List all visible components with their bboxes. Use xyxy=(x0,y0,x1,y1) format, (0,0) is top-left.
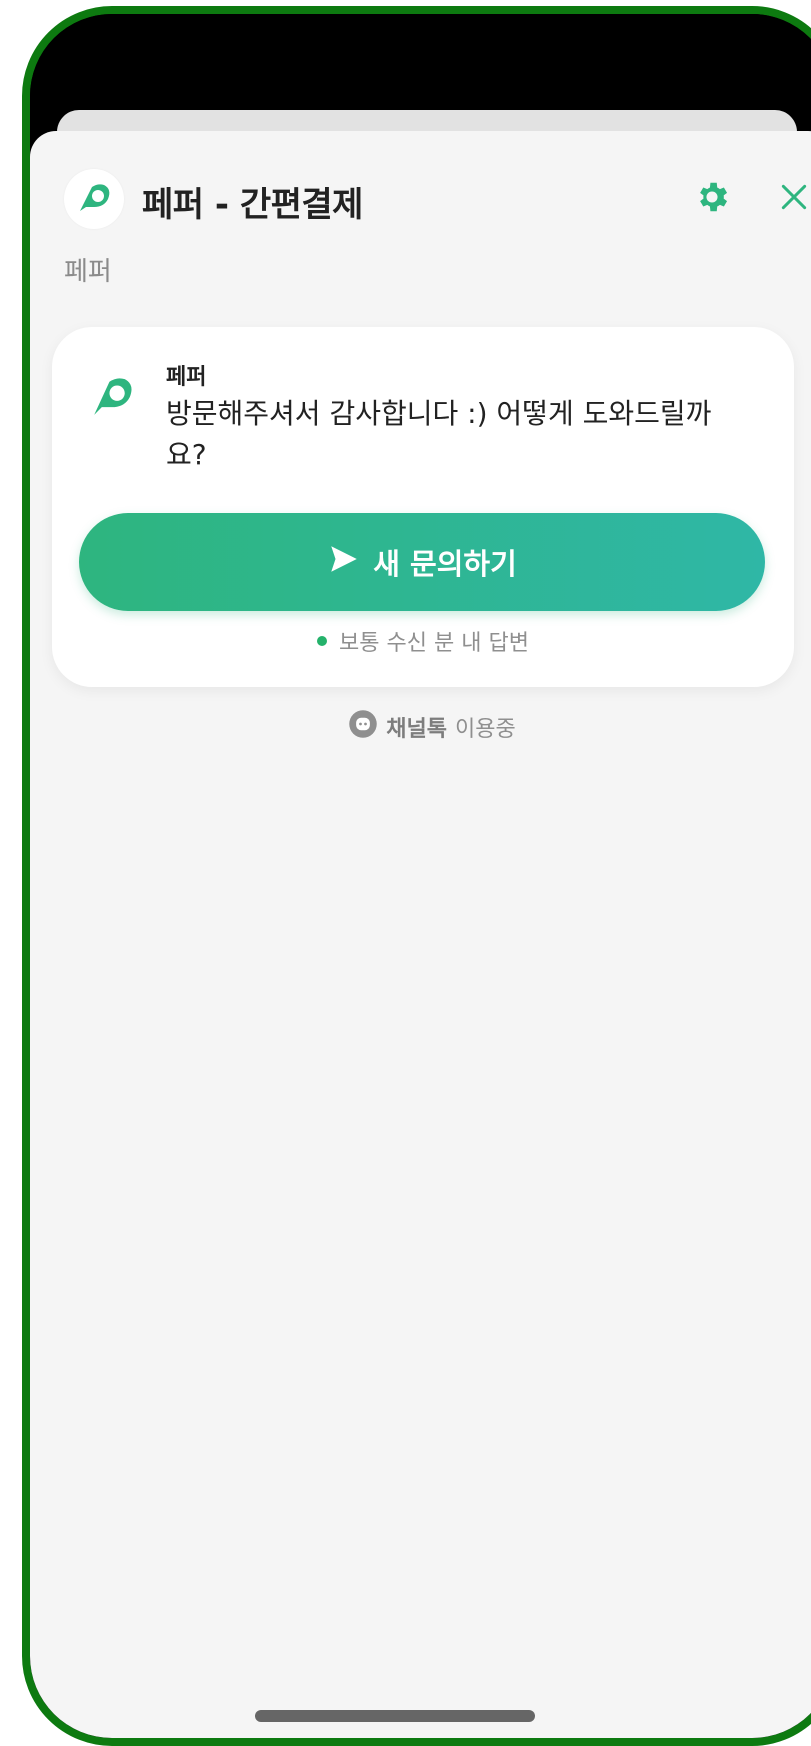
response-status: 보통 수신 분 내 답변 xyxy=(52,625,794,657)
status-text: 보통 수신 분 내 답변 xyxy=(339,631,529,656)
status-dot-icon xyxy=(317,636,328,646)
new-inquiry-button[interactable]: 새 문의하기 xyxy=(79,513,765,611)
channeltalk-icon xyxy=(348,709,378,745)
close-button[interactable] xyxy=(774,179,811,219)
header: 페퍼 - 간편결제 xyxy=(64,169,807,229)
pepper-logo-icon xyxy=(64,169,124,229)
welcome-message: 방문해주셔서 감사합니다 :) 어떻게 도와드릴까요? xyxy=(166,397,712,471)
pepper-logo-icon xyxy=(82,367,142,427)
chat-sheet: 페퍼 - 간편결제 페퍼 페퍼 방문해주셔서 감사합니다:) 어떻게 도와드릴… xyxy=(30,131,811,1738)
powered-suffix: 이용중 xyxy=(455,717,516,742)
close-icon xyxy=(778,181,810,217)
new-inquiry-label: 새 문의하기 xyxy=(373,547,517,581)
powered-brand: 채널톡 xyxy=(386,717,447,742)
gear-icon xyxy=(693,178,731,220)
app-title: 페퍼 - 간편결제 xyxy=(142,185,363,225)
welcome-card: 페퍼 방문해주셔서 감사합니다 :) 어떻게 도와드릴까요? 새 문의하기 보통… xyxy=(52,327,794,687)
send-icon xyxy=(327,542,361,583)
subtitle: 페퍼 xyxy=(64,257,112,287)
settings-button[interactable] xyxy=(692,179,732,219)
sender-name: 페퍼 xyxy=(166,365,207,390)
phone-frame: 페퍼 - 간편결제 페퍼 페퍼 방문해주셔서 감사합니다:) 어떻게 도와드릴… xyxy=(22,6,811,1746)
powered-by[interactable]: 채널톡 이용중 xyxy=(30,709,811,745)
home-indicator[interactable] xyxy=(255,1710,535,1722)
screen: 페퍼 - 간편결제 페퍼 페퍼 방문해주셔서 감사합니다:) 어떻게 도와드릴… xyxy=(30,14,811,1738)
